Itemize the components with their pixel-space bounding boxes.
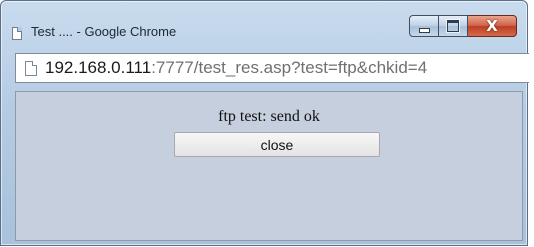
page-icon — [25, 60, 37, 76]
window-controls: X — [409, 15, 517, 37]
status-message: ftp test: send ok — [218, 108, 320, 125]
url-path: :7777/test_res.asp?test=ftp&chkid=4 — [151, 58, 428, 77]
browser-popup-window: Test .... - Google Chrome X 192.168.0.11… — [0, 0, 529, 246]
close-window-button[interactable]: X — [468, 15, 517, 37]
window-title: Test .... - Google Chrome — [31, 24, 177, 39]
url-text[interactable]: 192.168.0.111:7777/test_res.asp?test=ftp… — [45, 58, 427, 78]
title-bar[interactable]: Test .... - Google Chrome X — [1, 1, 527, 45]
close-icon: X — [486, 17, 498, 35]
close-button[interactable]: close — [174, 132, 380, 157]
maximize-icon — [447, 20, 459, 32]
maximize-button[interactable] — [439, 15, 468, 37]
page-icon — [12, 27, 22, 40]
address-bar[interactable]: 192.168.0.111:7777/test_res.asp?test=ftp… — [15, 53, 529, 83]
minimize-button[interactable] — [409, 15, 439, 37]
page-content: ftp test: send ok close — [15, 91, 523, 241]
url-host: 192.168.0.111 — [45, 58, 152, 77]
minimize-icon — [418, 27, 430, 33]
